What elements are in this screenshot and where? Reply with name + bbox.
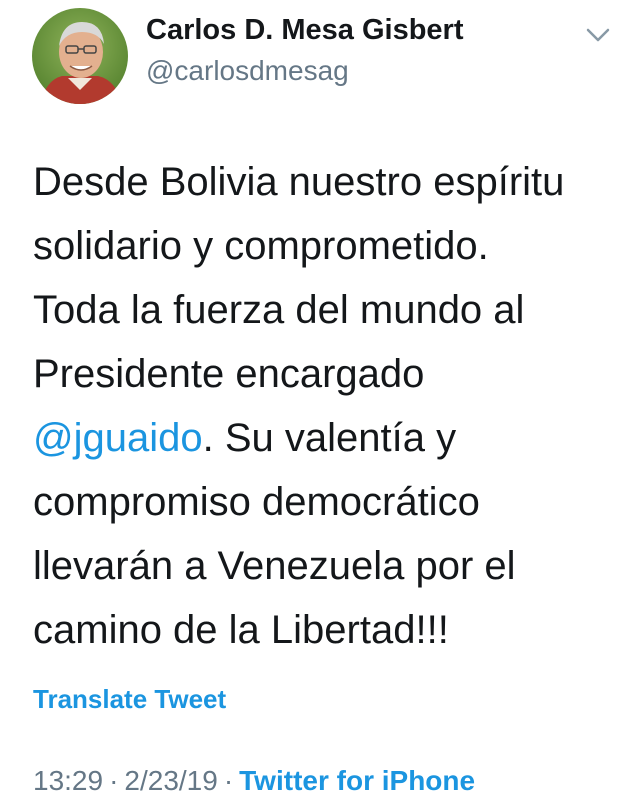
tweet-date: 2/23/19 — [124, 765, 218, 796]
translate-tweet-link[interactable]: Translate Tweet — [33, 684, 226, 715]
tweet-text-line: solidario y comprometido. — [33, 224, 489, 268]
mention-link[interactable]: @jguaido — [33, 416, 203, 460]
display-name[interactable]: Carlos D. Mesa Gisbert — [146, 14, 464, 47]
tweet-text-line: llevarán a Venezuela por el — [33, 544, 516, 588]
user-handle[interactable]: @carlosdmesag — [146, 55, 349, 87]
tweet-text-line: Toda la fuerza del mundo al — [33, 288, 525, 332]
meta-separator: · — [109, 765, 119, 796]
tweet-text-line: Desde Bolivia nuestro espíritu — [33, 160, 565, 204]
tweet-time: 13:29 — [33, 765, 104, 796]
tweet-text-line: compromiso democrático — [33, 480, 480, 524]
tweet-meta: 13:29 · 2/23/19 · Twitter for iPhone — [33, 765, 475, 797]
tweet-text-line: camino de la Libertad!!! — [33, 608, 449, 652]
tweet-text-fragment: . Su valentía y — [202, 416, 457, 460]
avatar-image — [32, 8, 128, 104]
tweet-text: Desde Bolivia nuestro espíritu solidario… — [33, 150, 623, 662]
tweet-card: Carlos D. Mesa Gisbert @carlosdmesag Des… — [0, 0, 640, 797]
meta-separator: · — [223, 765, 234, 796]
chevron-down-icon[interactable] — [585, 26, 611, 44]
tweet-source-link[interactable]: Twitter for iPhone — [239, 765, 475, 796]
avatar[interactable] — [32, 8, 128, 104]
tweet-text-line: Presidente encargado — [33, 352, 425, 396]
tweet-text-line: @jguaido. Su valentía y — [33, 406, 623, 470]
